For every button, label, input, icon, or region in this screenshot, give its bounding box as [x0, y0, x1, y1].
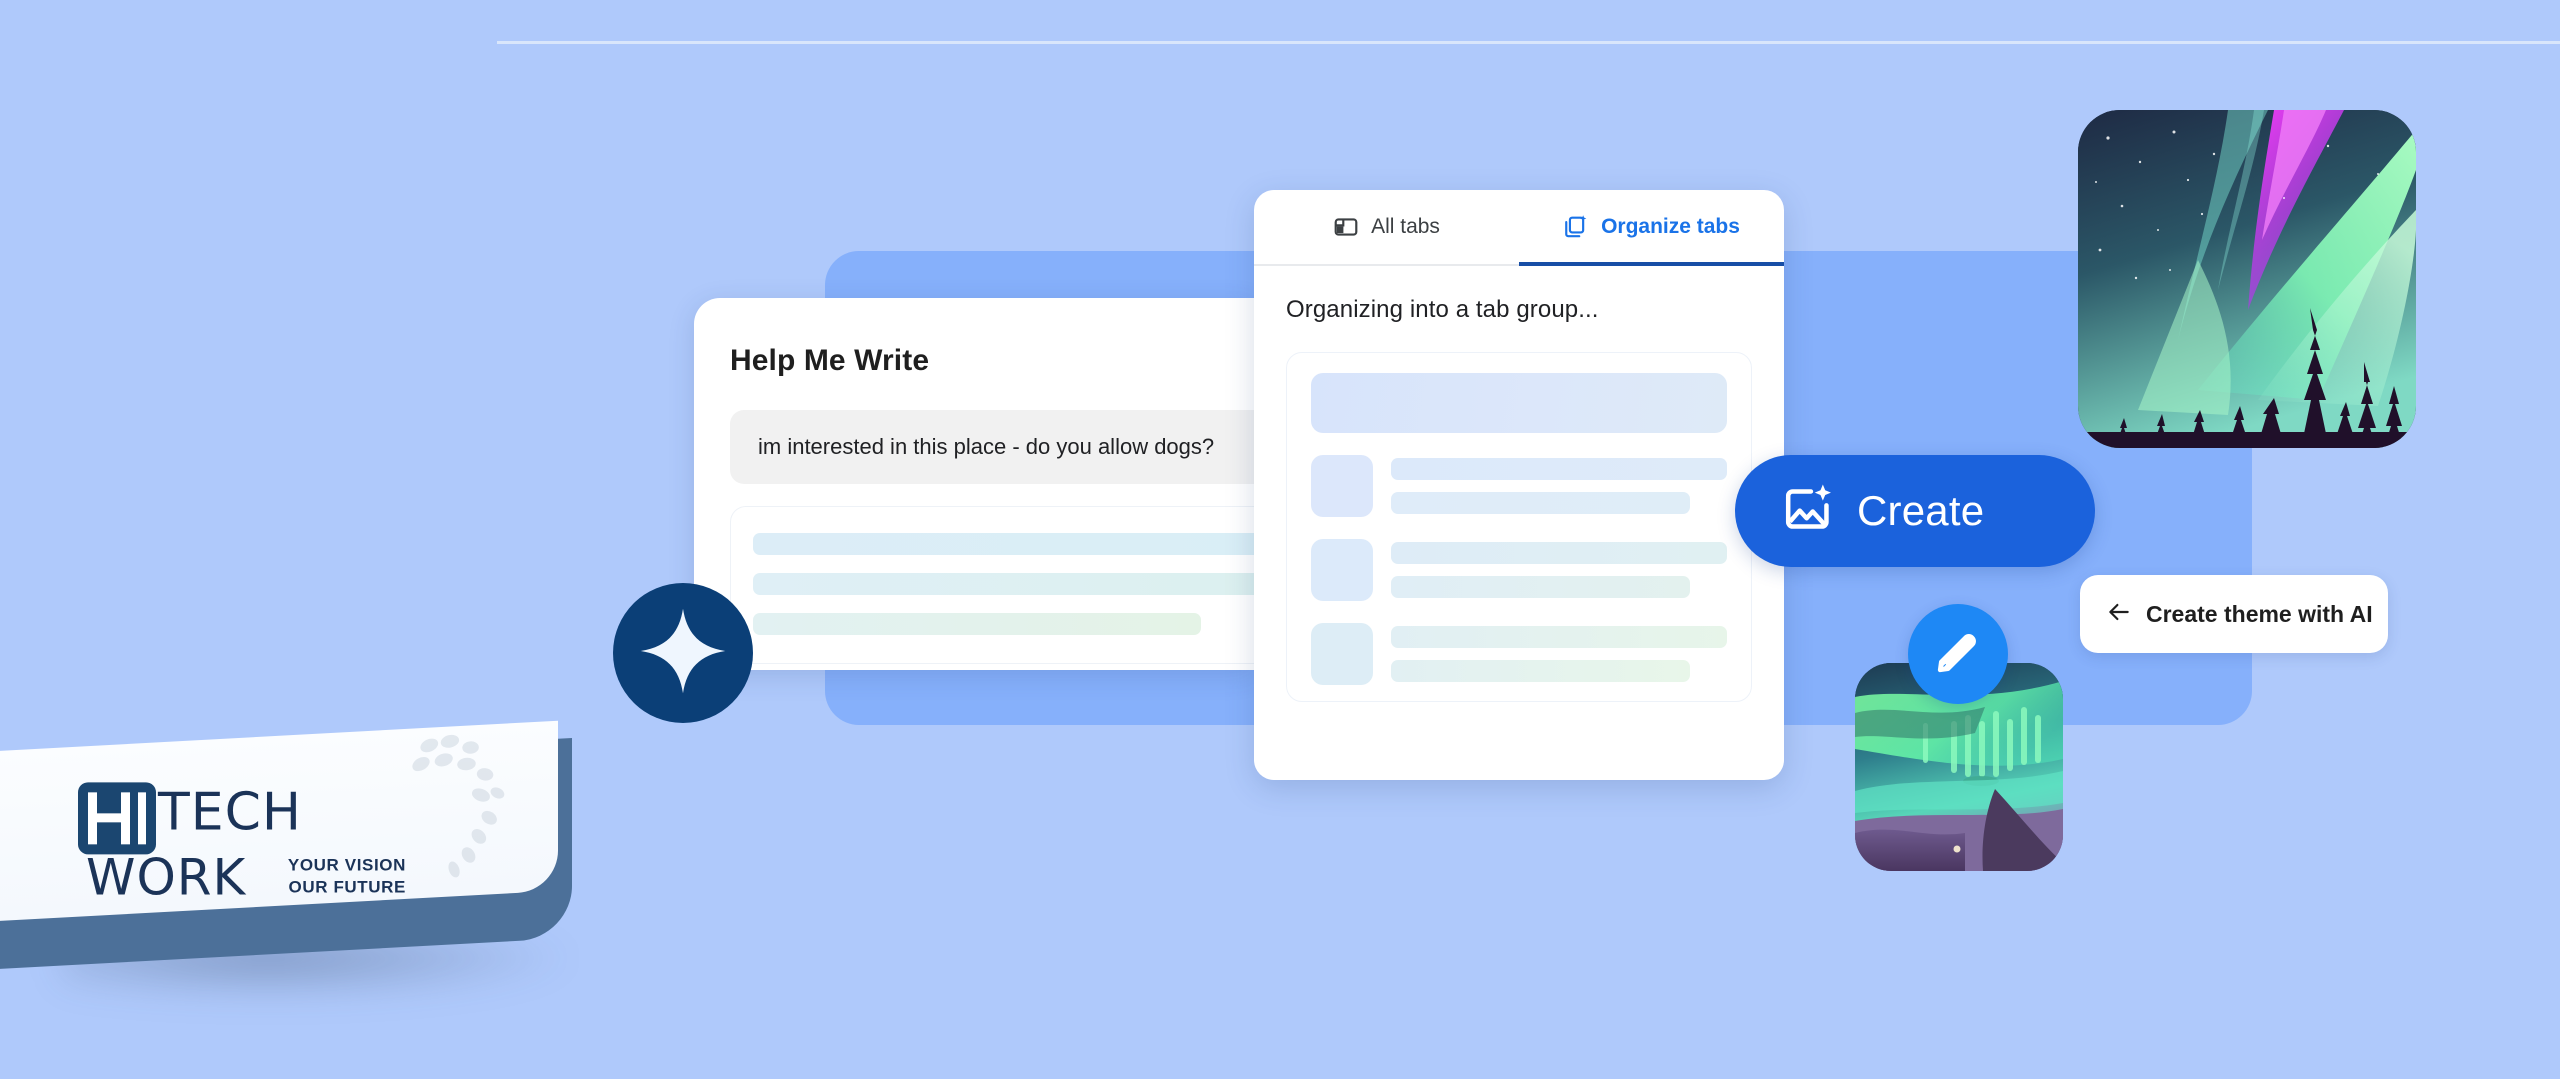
top-divider-rule [497, 41, 2560, 44]
skeleton-line [1391, 626, 1727, 648]
arrow-left-icon [2106, 599, 2132, 630]
help-me-write-title: Help Me Write [730, 344, 930, 377]
tab-organizer-panel: All tabs Organize tabs Organizing into a… [1254, 190, 1784, 780]
logo-hi-mark [78, 782, 156, 855]
organizing-status-text: Organizing into a tab group... [1286, 296, 1599, 323]
tab-all-tabs[interactable]: All tabs [1254, 190, 1519, 264]
tab-text-placeholders [1391, 539, 1727, 601]
skeleton-line [1391, 458, 1727, 480]
gemini-sparkle-badge [613, 583, 753, 723]
tab-thumbnail-placeholder [1311, 539, 1373, 601]
tab-group-header-placeholder [1311, 373, 1727, 433]
tab-organizer-body: Organizing into a tab group... [1254, 266, 1784, 702]
help-me-write-prompt-box[interactable]: im interested in this place - do you all… [730, 410, 1254, 484]
skeleton-line [1391, 492, 1691, 514]
create-button[interactable]: Create [1735, 455, 2095, 567]
tab-group-row[interactable] [1311, 539, 1727, 601]
tab-group-row[interactable] [1311, 455, 1727, 517]
organize-tabs-sparkle-icon [1563, 214, 1589, 240]
tab-thumbnail-placeholder [1311, 623, 1373, 685]
logo-word-tech: TECH [158, 782, 303, 843]
logo-tagline: YOUR VISION OUR FUTURE [278, 854, 406, 898]
create-button-label: Create [1857, 487, 1985, 534]
help-me-write-card: Help Me Write im interested in this plac… [694, 298, 1254, 670]
logo-tagline-line2: OUR FUTURE [288, 877, 406, 897]
tab-group-preview [1286, 352, 1752, 702]
globe-mesh-icon [412, 734, 505, 878]
skeleton-line [753, 613, 1201, 635]
browser-tab-icon [1333, 214, 1359, 240]
hitechwork-logo-banner: TECH WORK YOUR VISION OUR FUTURE [0, 720, 558, 922]
edit-theme-fab[interactable] [1908, 604, 2008, 704]
skeleton-line [753, 573, 1254, 595]
help-me-write-prompt-text: im interested in this place - do you all… [758, 434, 1215, 459]
image-sparkle-icon [1781, 482, 1835, 541]
create-theme-with-ai-chip[interactable]: Create theme with AI [2080, 575, 2388, 653]
logo-word-work: WORK [86, 848, 247, 907]
skeleton-line [1391, 542, 1727, 564]
tab-bar: All tabs Organize tabs [1254, 190, 1784, 266]
tab-thumbnail-placeholder [1311, 455, 1373, 517]
tab-text-placeholders [1391, 455, 1727, 517]
help-me-write-result-box [730, 506, 1254, 664]
create-theme-with-ai-label: Create theme with AI [2146, 600, 2373, 627]
screenshot-stage: Help Me Write im interested in this plac… [0, 0, 2560, 1079]
tab-organize-tabs[interactable]: Organize tabs [1519, 190, 1784, 266]
tab-text-placeholders [1391, 623, 1727, 685]
tab-group-row[interactable] [1311, 623, 1727, 685]
pencil-icon [1931, 625, 1985, 684]
skeleton-line [1391, 660, 1691, 682]
aurora-borealis-forest-image [2078, 110, 2416, 448]
skeleton-line [753, 533, 1254, 555]
sparkle-star-icon [635, 603, 731, 704]
tab-organize-tabs-label: Organize tabs [1601, 215, 1740, 238]
logo-tagline-line1: YOUR VISION [287, 855, 406, 875]
skeleton-line [1391, 576, 1691, 598]
tab-all-tabs-label: All tabs [1371, 215, 1440, 238]
